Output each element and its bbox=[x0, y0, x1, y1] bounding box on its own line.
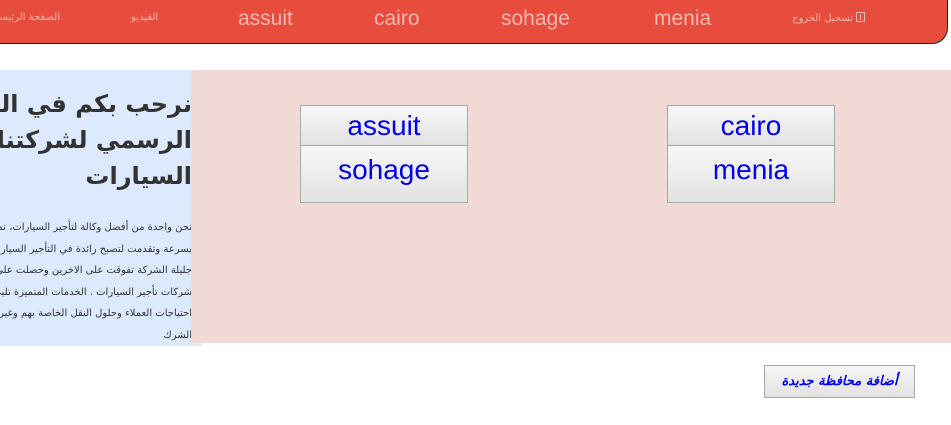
welcome-text-line: جليلة الشركة تفوقت على الاخرين وحصلت على… bbox=[0, 265, 192, 276]
sohage-button[interactable]: sohage bbox=[300, 145, 468, 203]
welcome-text-line: الشرك bbox=[163, 329, 192, 341]
welcome-text-line: نحن واحدة من أفضل وكالة لتأجير السيارات،… bbox=[0, 222, 192, 233]
welcome-description: نحن واحدة من أفضل وكالة لتأجير السيارات،… bbox=[0, 217, 192, 346]
logout-icon bbox=[856, 12, 866, 22]
welcome-title-line: الرسمي لشركتنا لتأجير bbox=[0, 126, 192, 154]
assuit-button[interactable]: assuit bbox=[300, 105, 468, 146]
cairo-button[interactable]: cairo bbox=[667, 105, 835, 146]
menia-button[interactable]: menia bbox=[667, 145, 835, 203]
nav-sohage-link[interactable]: sohage bbox=[501, 7, 570, 31]
nav-cairo-link[interactable]: cairo bbox=[374, 7, 420, 31]
nav-assuit-link[interactable]: assuit bbox=[238, 7, 293, 31]
nav-logout-link[interactable]: تسجيل الخروج bbox=[792, 12, 866, 24]
nav-main-page-link[interactable]: الصفحة الرئيسية bbox=[0, 12, 60, 23]
welcome-title-line: السيارات bbox=[85, 162, 192, 190]
add-governorate-button[interactable]: أضافة محافظة جديدة bbox=[764, 365, 915, 398]
top-navbar: الصفحة الرئيسية الفيديو assuit cairo soh… bbox=[0, 0, 948, 44]
nav-menia-link[interactable]: menia bbox=[654, 7, 711, 31]
welcome-title: نرحب بكم في الموقع الرسمي لشركتنا لتأجير… bbox=[0, 86, 192, 194]
governorates-panel: assuit sohage cairo menia bbox=[191, 70, 951, 343]
welcome-text-line: بسرعة وتقدمت لتصبح رائدة في التأجير السي… bbox=[0, 243, 192, 255]
welcome-text-line: احتياجات العملاء وحلول النقل الخاصة بهم … bbox=[0, 308, 192, 319]
welcome-panel: نرحب بكم في الموقع الرسمي لشركتنا لتأجير… bbox=[0, 70, 202, 346]
welcome-title-line: نرحب بكم في الموقع bbox=[0, 90, 192, 118]
welcome-text-line: شركات تأجير السيارات . الخدمات المتميزة … bbox=[0, 286, 192, 298]
nav-video-link[interactable]: الفيديو bbox=[131, 12, 158, 23]
nav-logout-label: تسجيل الخروج bbox=[792, 13, 854, 24]
